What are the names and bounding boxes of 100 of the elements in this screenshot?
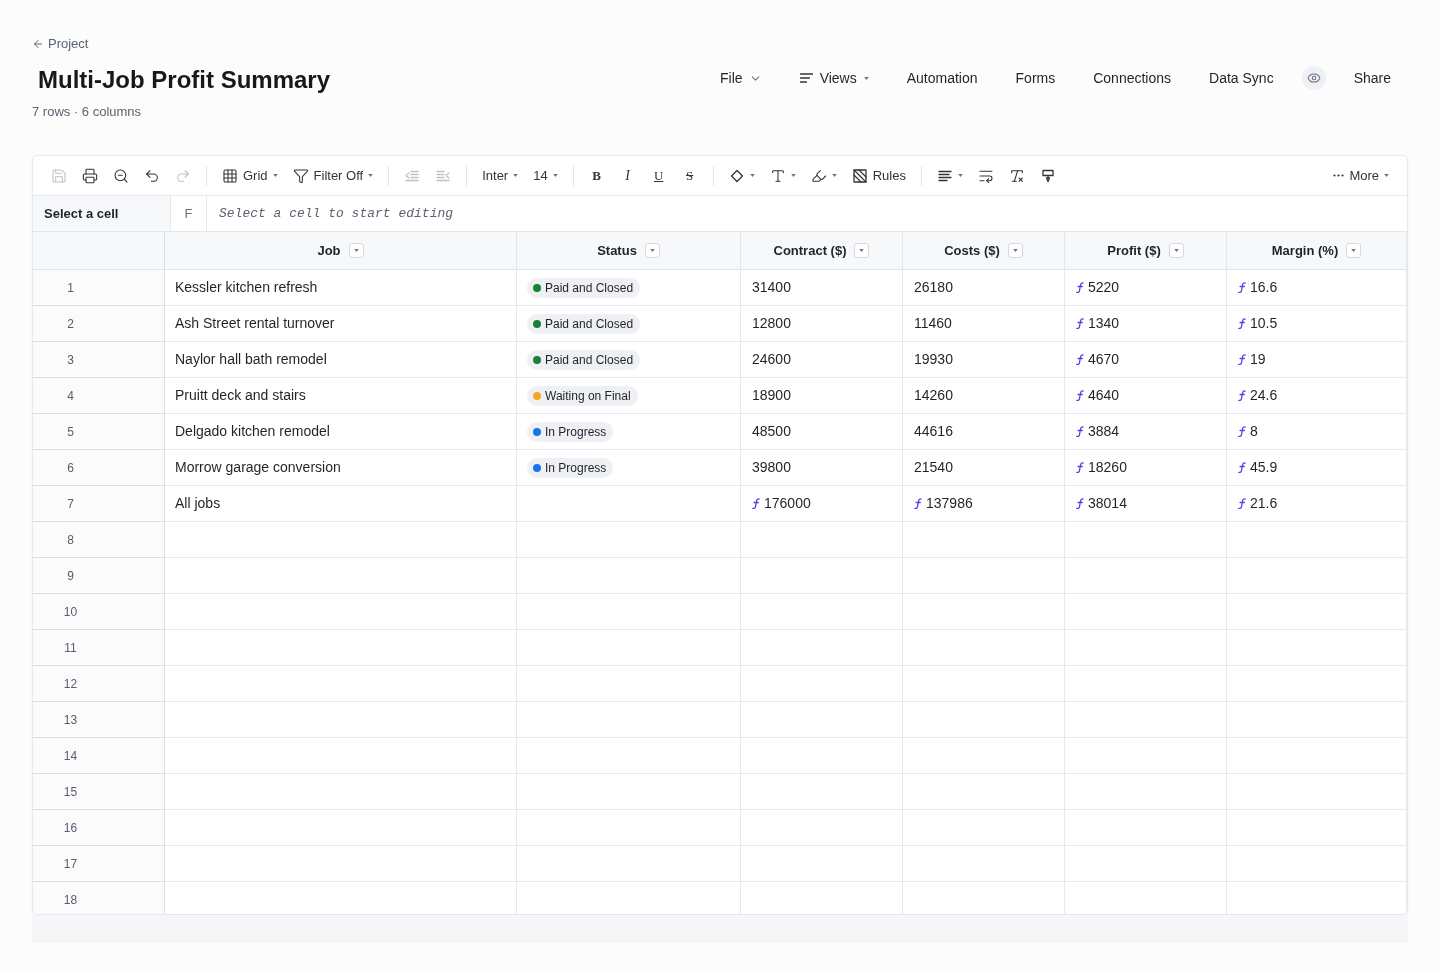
row-number: 3 bbox=[33, 342, 165, 378]
column-menu-button[interactable] bbox=[1168, 243, 1184, 258]
cell-value: 8 bbox=[1250, 422, 1258, 441]
column-menu-button[interactable] bbox=[1007, 243, 1023, 258]
caret-icon bbox=[552, 174, 558, 177]
status-label: Paid and Closed bbox=[545, 279, 634, 297]
caret-icon bbox=[1173, 249, 1179, 252]
nav-link[interactable]: Automation bbox=[906, 67, 978, 89]
caret-icon bbox=[831, 174, 837, 177]
more-button[interactable]: More bbox=[1327, 161, 1395, 190]
cell-value: 44616 bbox=[914, 422, 953, 441]
caret-icon bbox=[790, 174, 796, 177]
caret-icon bbox=[863, 76, 869, 80]
caret-icon bbox=[649, 249, 655, 252]
row-number: 6 bbox=[33, 450, 165, 486]
column-title: Contract ($) bbox=[773, 241, 847, 260]
row-number: 15 bbox=[33, 774, 165, 810]
table-cell: Naylor hall bath remodel bbox=[165, 342, 517, 378]
back-link[interactable]: Project bbox=[32, 36, 331, 52]
nav-link[interactable]: Share bbox=[1353, 67, 1391, 89]
cell-value: 176000 bbox=[764, 494, 811, 513]
eye-icon bbox=[1306, 71, 1321, 85]
file-menu[interactable]: File bbox=[720, 67, 762, 89]
cell-value: 39800 bbox=[752, 458, 791, 477]
nav-link[interactable]: Forms bbox=[1015, 67, 1056, 89]
caret-icon bbox=[353, 249, 359, 252]
cell-value: 24.6 bbox=[1250, 386, 1278, 405]
cell-value: 5220 bbox=[1088, 278, 1120, 297]
table-summary: 7 rows · 6 columns bbox=[32, 104, 143, 120]
cell-value: 21.6 bbox=[1250, 494, 1278, 513]
caret-icon bbox=[1351, 249, 1357, 252]
cell-value: 4670 bbox=[1088, 350, 1120, 369]
cell-value: 1340 bbox=[1088, 314, 1120, 333]
cell-value: 4640 bbox=[1088, 386, 1120, 405]
row-number: 10 bbox=[33, 594, 165, 630]
caret-icon bbox=[272, 174, 278, 177]
italic-button[interactable]: I bbox=[613, 161, 642, 190]
cell-value: 12800 bbox=[752, 314, 791, 333]
formula-input[interactable]: Select a cell to start editing bbox=[207, 196, 1407, 231]
row-number: 5 bbox=[33, 414, 165, 450]
table-cell: Morrow garage conversion bbox=[165, 450, 517, 486]
grid-view-button[interactable]: Grid bbox=[216, 161, 284, 190]
preview-button[interactable] bbox=[1301, 66, 1326, 90]
row-number: 16 bbox=[33, 810, 165, 846]
font-size-dropdown[interactable]: 14 bbox=[527, 161, 564, 190]
filter-button[interactable]: Filter Off bbox=[286, 161, 380, 190]
rules-button[interactable]: Rules bbox=[845, 161, 912, 190]
table-cell: Delgado kitchen remodel bbox=[165, 414, 517, 450]
cell-value: 31400 bbox=[752, 278, 791, 297]
cell-value: 11460 bbox=[914, 314, 952, 333]
lines-icon bbox=[799, 73, 813, 83]
column-menu-button[interactable] bbox=[1346, 243, 1362, 258]
page-title: Multi-Job Profit Summary bbox=[38, 65, 331, 95]
table-cell: Pruitt deck and stairs bbox=[165, 378, 517, 414]
column-title: Status bbox=[597, 241, 637, 260]
row-number: 17 bbox=[33, 846, 165, 882]
cell-value: 18900 bbox=[752, 386, 791, 405]
column-title: Margin (%) bbox=[1271, 241, 1339, 260]
cell-value: 19 bbox=[1250, 350, 1266, 369]
cell-value: 14260 bbox=[914, 386, 953, 405]
strikethrough-button[interactable]: S bbox=[675, 161, 704, 190]
row-number: 9 bbox=[33, 558, 165, 594]
underline-button[interactable]: U bbox=[644, 161, 673, 190]
nav-link[interactable]: Connections bbox=[1093, 67, 1172, 89]
bold-button[interactable]: B bbox=[582, 161, 611, 190]
table-cell: All jobs bbox=[165, 486, 517, 522]
cell-value: 19930 bbox=[914, 350, 953, 369]
cell-value: 45.9 bbox=[1250, 458, 1278, 477]
nav-link[interactable]: Data Sync bbox=[1209, 67, 1274, 89]
cell-value: 3884 bbox=[1088, 422, 1120, 441]
row-number: 18 bbox=[33, 882, 165, 914]
caret-icon bbox=[1384, 174, 1389, 177]
column-title: Job bbox=[317, 241, 341, 260]
function-label: F bbox=[171, 196, 207, 231]
status-label: Paid and Closed bbox=[545, 315, 634, 333]
row-number: 2 bbox=[33, 306, 165, 342]
column-menu-button[interactable] bbox=[644, 243, 660, 258]
views-menu[interactable]: Views bbox=[799, 67, 869, 89]
cell-value: 48500 bbox=[752, 422, 791, 441]
row-number: 8 bbox=[33, 522, 165, 558]
column-menu-button[interactable] bbox=[854, 243, 870, 258]
caret-icon bbox=[749, 174, 755, 177]
cell-reference: Select a cell bbox=[33, 196, 171, 231]
column-title: Costs ($) bbox=[944, 241, 1000, 260]
caret-icon bbox=[513, 174, 519, 177]
status-label: Waiting on Final bbox=[545, 387, 631, 405]
cell-value: 16.6 bbox=[1250, 278, 1278, 297]
font-family-dropdown[interactable]: Inter bbox=[476, 161, 525, 190]
status-label: In Progress bbox=[545, 423, 607, 441]
caret-icon bbox=[368, 174, 374, 177]
cell-value: 137986 bbox=[926, 494, 973, 513]
table-cell: Ash Street rental turnover bbox=[165, 306, 517, 342]
caret-icon bbox=[1012, 249, 1018, 252]
cell-value: 21540 bbox=[914, 458, 953, 477]
status-label: In Progress bbox=[545, 459, 607, 477]
status-label: Paid and Closed bbox=[545, 351, 634, 369]
column-menu-button[interactable] bbox=[348, 243, 364, 258]
row-number: 14 bbox=[33, 738, 165, 774]
table-cell: Kessler kitchen refresh bbox=[165, 270, 517, 306]
caret-icon bbox=[957, 174, 963, 177]
